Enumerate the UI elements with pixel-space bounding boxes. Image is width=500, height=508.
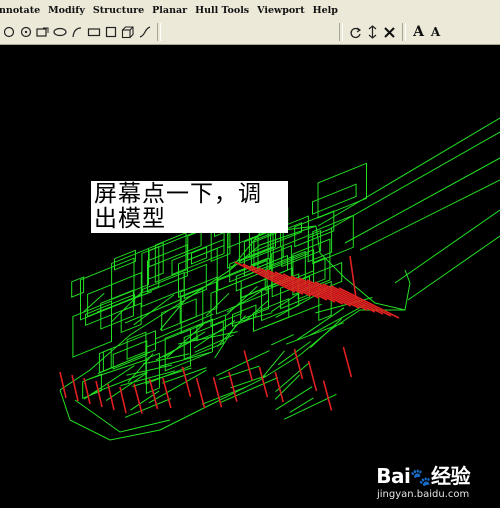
hull-edge — [407, 235, 500, 301]
baidu-watermark: Bai🐾经验 jingyan.baidu.com — [376, 460, 470, 500]
stiffener — [309, 304, 365, 336]
annotation-note: 屏幕点一下，调 出模型 — [91, 181, 288, 233]
stiffener — [83, 365, 135, 400]
hull-wireframe-model — [59, 117, 500, 441]
structure-member — [312, 183, 357, 215]
annotation-line-1: 屏幕点一下，调 — [94, 181, 262, 207]
menu-hull-tools[interactable]: Hull Tools — [191, 5, 253, 16]
red-frame — [349, 255, 357, 299]
circle-icon[interactable] — [1, 23, 16, 41]
stiffener — [218, 365, 260, 380]
cube-icon[interactable] — [120, 23, 135, 41]
red-frame — [148, 378, 159, 410]
red-frame — [342, 346, 353, 378]
close-x-icon[interactable] — [382, 23, 397, 41]
stiffener — [270, 334, 294, 346]
stiffener — [97, 351, 150, 375]
structure-member — [148, 229, 202, 268]
text-small-icon[interactable]: A — [428, 23, 443, 41]
stiffener — [205, 292, 230, 316]
structure-member — [71, 276, 85, 298]
structure-member — [217, 257, 271, 292]
menu-annotate[interactable]: nnotate — [0, 5, 44, 16]
stiffener — [166, 323, 204, 358]
menu-modify[interactable]: Modify — [44, 5, 89, 16]
square-icon[interactable] — [103, 23, 118, 41]
menu-bar: nnotate Modify Structure Planar Hull Too… — [0, 0, 500, 21]
stiffener — [275, 386, 313, 411]
paw-icon: 🐾 — [410, 468, 431, 488]
red-frame — [162, 377, 172, 409]
arrows-icon[interactable] — [365, 23, 380, 41]
text-large-icon[interactable]: A — [411, 23, 426, 41]
stiffener — [201, 386, 246, 405]
red-frame — [322, 380, 333, 411]
red-frame — [133, 383, 143, 414]
arc-icon[interactable] — [69, 23, 84, 41]
red-frame — [307, 360, 318, 392]
structure-member — [171, 238, 225, 276]
stiffener — [260, 350, 285, 380]
red-frame — [181, 366, 192, 398]
stiffener — [289, 397, 314, 413]
structure-member — [317, 162, 367, 219]
dot-circle-icon[interactable] — [18, 23, 33, 41]
red-frame — [195, 377, 206, 409]
red-frame — [243, 350, 253, 381]
rectangle-icon[interactable] — [86, 23, 101, 41]
toolbar-separator — [339, 23, 343, 41]
red-frame — [274, 371, 284, 403]
annotation-line-2: 出模型 — [94, 206, 166, 232]
baidu-logo: Bai🐾经验 — [376, 464, 470, 488]
watermark-url: jingyan.baidu.com — [376, 489, 470, 500]
menu-structure[interactable]: Structure — [89, 5, 148, 16]
stiffener — [177, 331, 238, 345]
stiffener — [296, 307, 345, 341]
red-frame — [107, 383, 115, 411]
rotate-icon[interactable] — [348, 23, 363, 41]
menu-viewport[interactable]: Viewport — [253, 5, 308, 16]
3d-viewport[interactable]: 屏幕点一下，调 出模型 Bai🐾经验 jingyan.baidu.com — [0, 45, 500, 508]
stiffener — [285, 322, 344, 345]
ellipse-icon[interactable] — [52, 23, 67, 41]
hull-edge — [359, 179, 500, 251]
red-frame — [119, 386, 127, 414]
menu-planar[interactable]: Planar — [148, 5, 191, 16]
stiffener — [244, 299, 269, 322]
structure-member — [294, 210, 335, 248]
toolbar: A A — [0, 20, 500, 45]
rectangle-check-icon[interactable] — [35, 23, 50, 41]
structure-member — [313, 257, 326, 285]
structure-member — [312, 214, 354, 265]
curve-icon[interactable] — [137, 23, 152, 41]
stiffener — [154, 313, 214, 340]
toolbar-separator — [157, 23, 161, 41]
structure-member — [114, 249, 136, 271]
red-frame — [83, 377, 91, 405]
stiffener — [124, 398, 172, 418]
toolbar-separator — [402, 23, 406, 41]
menu-help[interactable]: Help — [309, 5, 342, 16]
hull-edge — [344, 157, 500, 244]
stiffener — [106, 372, 148, 402]
